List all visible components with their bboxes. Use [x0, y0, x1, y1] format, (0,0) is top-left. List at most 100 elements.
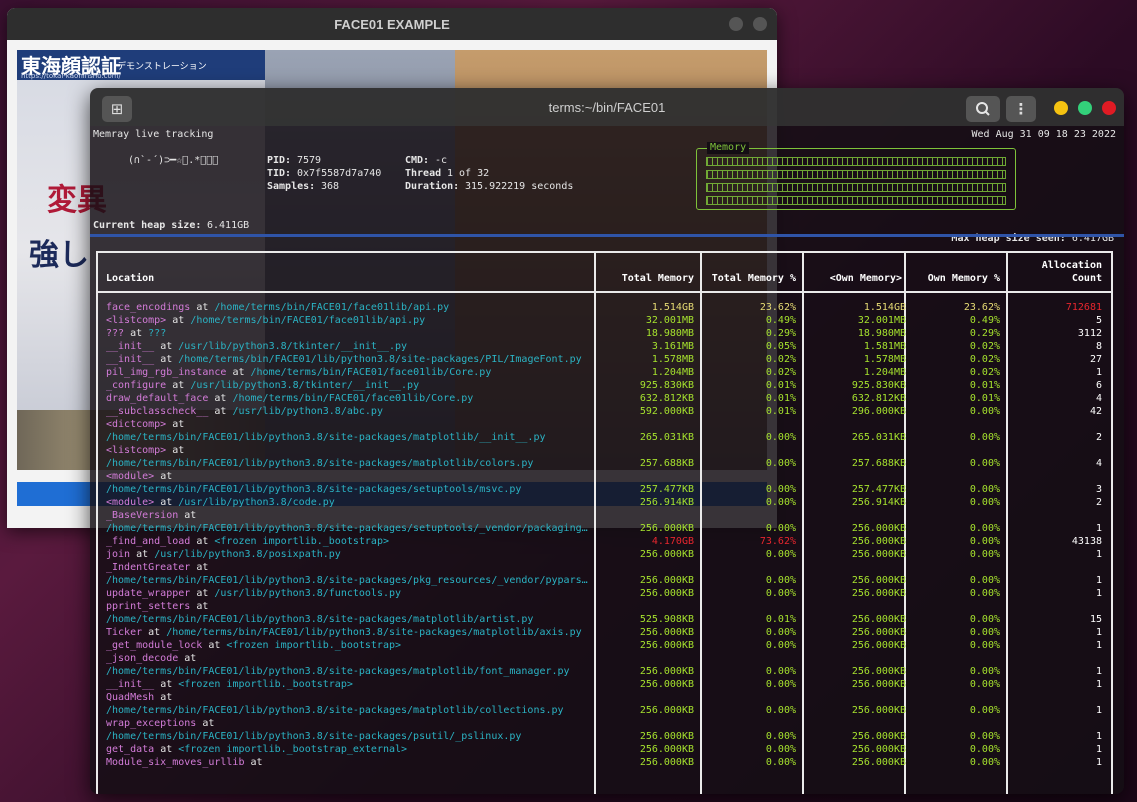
file-path: <frozen importlib._bootstrap>: [178, 679, 353, 690]
table-row[interactable]: _IndentGreater at 256.000KB 0.00% 256.000KB…: [98, 561, 1111, 586]
total-memory: 256.000KB: [639, 523, 694, 534]
table-row[interactable]: Module_six_moves_urllib at 256.000KB 0.00%…: [98, 756, 1111, 769]
terminal-titlebar[interactable]: ⊞ terms:~/bin/FACE01 ⋮: [90, 88, 1124, 126]
allocation-count: 1: [1095, 588, 1102, 599]
function-name: ???: [106, 328, 125, 339]
function-name: <module>: [106, 471, 155, 482]
own-memory-pct: 0.00%: [969, 666, 1000, 677]
table-row[interactable]: pprint_setters at 525.908KB 0.01% 256.000KB…: [98, 600, 1111, 625]
col-allocation[interactable]: Allocation: [1010, 259, 1102, 272]
table-row[interactable]: <module> at /usr/lib/python3.8/code.py 25…: [98, 496, 1111, 509]
col-own-memory-pct[interactable]: Own Memory %: [908, 272, 1000, 285]
total-memory-pct: 0.49%: [765, 315, 796, 326]
total-memory: 32.001MB: [645, 315, 694, 326]
col-own-memory[interactable]: <Own Memory>: [806, 272, 902, 285]
table-row[interactable]: face_encodings at /home/terms/bin/FACE01…: [98, 301, 1111, 314]
maximize-button[interactable]: [1078, 101, 1092, 115]
total-memory: 256.000KB: [639, 705, 694, 716]
allocation-count: 6: [1095, 380, 1102, 391]
own-memory-pct: 0.00%: [969, 536, 1000, 547]
allocation-count: 3112: [1077, 328, 1102, 339]
table-row[interactable]: <dictcomp> at 265.031KB 0.00% 265.031KB 0.00…: [98, 418, 1111, 443]
memory-bar: [706, 196, 1006, 205]
total-memory: 256.000KB: [639, 679, 694, 690]
file-path: /usr/lib/python3.8/posixpath.py: [154, 549, 341, 560]
total-memory-pct: 0.00%: [765, 744, 796, 755]
col-location[interactable]: Location: [106, 272, 154, 285]
table-row[interactable]: <listcomp> at /home/terms/bin/FACE01/fac…: [98, 314, 1111, 327]
table-row[interactable]: draw_default_face at /home/terms/bin/FAC…: [98, 392, 1111, 405]
allocation-table[interactable]: Location Total Memory Total Memory % <Ow…: [96, 251, 1113, 794]
col-total-memory-pct[interactable]: Total Memory %: [704, 272, 796, 285]
table-row[interactable]: _get_module_lock at <frozen importlib._b…: [98, 639, 1111, 652]
allocation-count: 1: [1095, 666, 1102, 677]
own-memory-pct: 0.01%: [969, 393, 1000, 404]
own-memory-pct: 23.62%: [963, 302, 1000, 313]
function-name: face_encodings: [106, 302, 191, 313]
table-row[interactable]: get_data at <frozen importlib._bootstrap…: [98, 743, 1111, 756]
table-row[interactable]: pil_img_rgb_instance at /home/terms/bin/…: [98, 366, 1111, 379]
total-memory-pct: 0.01%: [765, 380, 796, 391]
table-row[interactable]: __init__ at /home/terms/bin/FACE01/lib/p…: [98, 353, 1111, 366]
own-memory-pct: 0.00%: [969, 432, 1000, 443]
function-name: __subclasscheck__: [106, 406, 209, 417]
pid-value: 7579: [297, 155, 322, 166]
at-label: at: [208, 393, 233, 404]
table-row[interactable]: _json_decode at 256.000KB 0.00% 256.000KB 0.…: [98, 652, 1111, 677]
file-path: /home/terms/bin/FACE01/face01lib/Core.py: [250, 367, 492, 378]
table-row[interactable]: Ticker at /home/terms/bin/FACE01/lib/pyt…: [98, 626, 1111, 639]
close-button[interactable]: [753, 17, 767, 31]
terminal-body[interactable]: Memray live tracking Wed Aug 31 09 18 23…: [90, 126, 1124, 794]
at-label: at: [202, 640, 227, 651]
minimize-button[interactable]: [1054, 101, 1068, 115]
table-row[interactable]: update_wrapper at /usr/lib/python3.8/fun…: [98, 587, 1111, 600]
table-row[interactable]: QuadMesh at 256.000KB 0.00% 256.000KB 0.00% 1…: [98, 691, 1111, 716]
allocation-count: 1: [1095, 705, 1102, 716]
background-window-title: FACE01 EXAMPLE: [334, 16, 450, 32]
table-row[interactable]: _find_and_load at <frozen importlib._boo…: [98, 535, 1111, 548]
function-name: wrap_exceptions: [106, 718, 197, 729]
col-total-memory[interactable]: Total Memory: [598, 272, 694, 285]
allocation-count: 43138: [1071, 536, 1102, 547]
own-memory: 256.000KB: [851, 640, 906, 651]
table-row[interactable]: wrap_exceptions at 256.000KB 0.00% 256.000K…: [98, 717, 1111, 742]
table-row[interactable]: ??? at ??? 18.980MB 0.29% 18.980MB 0.29% 3112: [98, 327, 1111, 340]
search-icon[interactable]: [966, 96, 1000, 122]
file-path-continued: /home/terms/bin/FACE01/lib/python3.8/sit…: [106, 666, 570, 677]
table-row[interactable]: __init__ at <frozen importlib._bootstrap…: [98, 678, 1111, 691]
file-path: /home/terms/bin/FACE01/face01lib/api.py: [190, 315, 426, 326]
memory-graph-label: Memory: [707, 142, 750, 154]
allocation-count: 5: [1095, 315, 1102, 326]
table-row[interactable]: <listcomp> at 257.688KB 0.00% 257.688KB 0.00…: [98, 444, 1111, 469]
total-memory: 256.000KB: [639, 575, 694, 586]
own-memory-pct: 0.02%: [969, 367, 1000, 378]
terminal-window[interactable]: ⊞ terms:~/bin/FACE01 ⋮ Memray live track…: [90, 88, 1124, 794]
close-button[interactable]: [1102, 101, 1116, 115]
table-row[interactable]: __subclasscheck__ at /usr/lib/python3.8/…: [98, 405, 1111, 418]
at-label: at: [142, 627, 167, 638]
own-memory-pct: 0.00%: [969, 679, 1000, 690]
cmd-value: -c: [435, 155, 448, 166]
at-label: at: [178, 653, 197, 664]
table-row[interactable]: __init__ at /usr/lib/python3.8/tkinter/_…: [98, 340, 1111, 353]
total-memory: 525.908KB: [639, 614, 694, 625]
own-memory-pct: 0.00%: [969, 614, 1000, 625]
kebab-menu-icon[interactable]: ⋮: [1006, 96, 1036, 122]
background-window-titlebar[interactable]: FACE01 EXAMPLE: [7, 8, 777, 40]
file-path: /home/terms/bin/FACE01/face01lib/Core.py: [232, 393, 474, 404]
minimize-button[interactable]: [729, 17, 743, 31]
table-row[interactable]: _configure at /usr/lib/python3.8/tkinter…: [98, 379, 1111, 392]
col-count[interactable]: Count: [1010, 272, 1102, 285]
own-memory-pct: 0.49%: [969, 315, 1000, 326]
table-row[interactable]: <module> at 257.477KB 0.00% 257.477KB 0.00% 3…: [98, 470, 1111, 495]
function-name: Module_six_moves_urllib: [106, 757, 245, 768]
table-row[interactable]: join at /usr/lib/python3.8/posixpath.py 2…: [98, 548, 1111, 561]
at-label: at: [190, 601, 209, 612]
table-row[interactable]: _BaseVersion at 256.000KB 0.00% 256.000KB 0.…: [98, 509, 1111, 534]
file-path-continued: /home/terms/bin/FACE01/lib/python3.8/sit…: [106, 614, 534, 625]
at-label: at: [178, 510, 197, 521]
total-memory: 257.688KB: [639, 458, 694, 469]
total-memory: 256.000KB: [639, 627, 694, 638]
own-memory: 1.204MB: [863, 367, 906, 378]
total-memory-pct: 23.62%: [759, 302, 796, 313]
